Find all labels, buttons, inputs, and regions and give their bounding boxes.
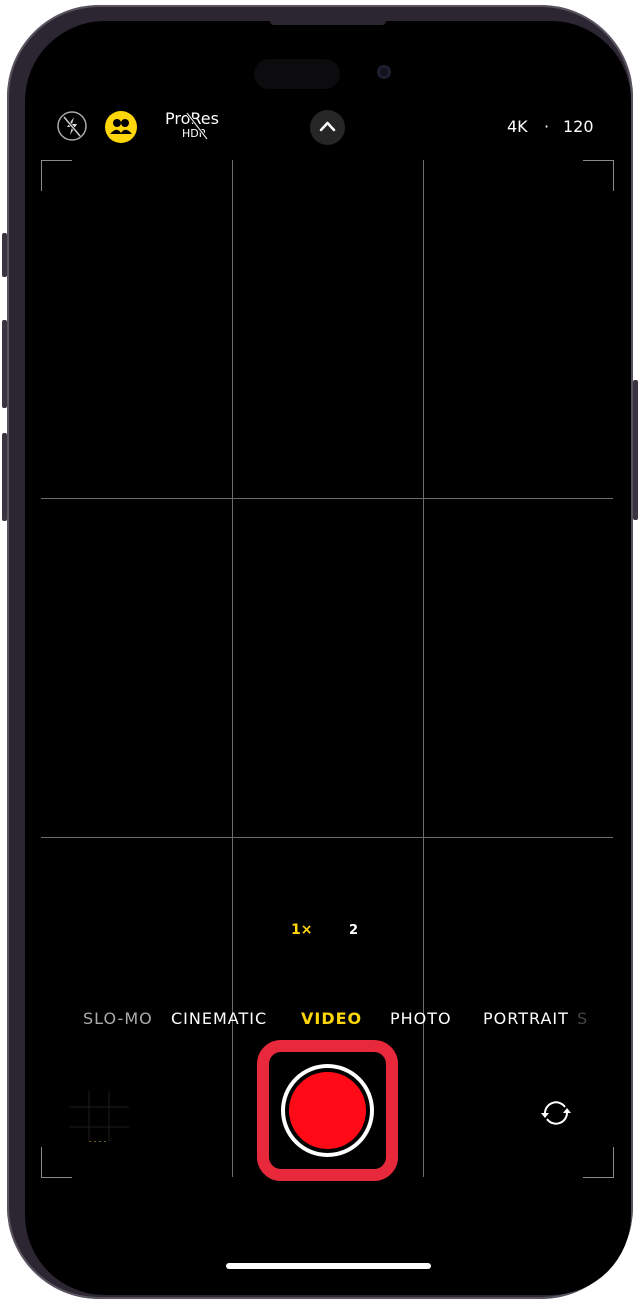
volume-up-button (2, 320, 7, 408)
frame-corner (583, 160, 614, 191)
volume-down-button (2, 433, 7, 521)
prores-off-slash-icon (185, 112, 209, 140)
chevron-up-icon (319, 121, 336, 132)
mode-slo-mo[interactable]: SLO-MO (83, 1009, 153, 1028)
photo-thumbnail[interactable] (69, 1091, 129, 1147)
phone-frame: ProRes HDR 4K · 120 1× 2 SLO-MO CINEMATI… (2, 5, 638, 1299)
action-button (2, 233, 7, 277)
speaker (270, 21, 386, 25)
record-dot (289, 1072, 366, 1149)
home-indicator[interactable] (226, 1263, 431, 1269)
frame-corner (583, 1147, 614, 1178)
resolution-label[interactable]: 4K (507, 117, 528, 136)
separator: · (544, 117, 550, 136)
camera-screen: ProRes HDR 4K · 120 1× 2 SLO-MO CINEMATI… (25, 21, 631, 1295)
mode-portrait[interactable]: PORTRAIT (483, 1009, 569, 1028)
flash-off-icon[interactable] (57, 111, 87, 141)
mode-cinematic[interactable]: CINEMATIC (171, 1009, 267, 1028)
frame-corner (41, 1147, 72, 1178)
zoom-1x-button[interactable]: 1× (291, 922, 312, 938)
mode-spatial[interactable]: S (577, 1009, 588, 1028)
grid-line (41, 837, 613, 838)
mode-photo[interactable]: PHOTO (390, 1009, 452, 1028)
people-icon[interactable] (105, 111, 137, 143)
zoom-2x-button[interactable]: 2 (349, 923, 358, 938)
power-button (633, 380, 638, 520)
record-button[interactable] (281, 1064, 374, 1157)
controls-chevron-up-button[interactable] (310, 110, 345, 145)
frame-corner (41, 160, 72, 191)
dynamic-island (254, 59, 340, 89)
frame-rate-label[interactable]: 120 (563, 117, 594, 136)
grid-line (41, 498, 613, 499)
front-camera (377, 65, 391, 79)
mode-video[interactable]: VIDEO (301, 1009, 362, 1028)
switch-camera-icon[interactable] (537, 1094, 575, 1132)
